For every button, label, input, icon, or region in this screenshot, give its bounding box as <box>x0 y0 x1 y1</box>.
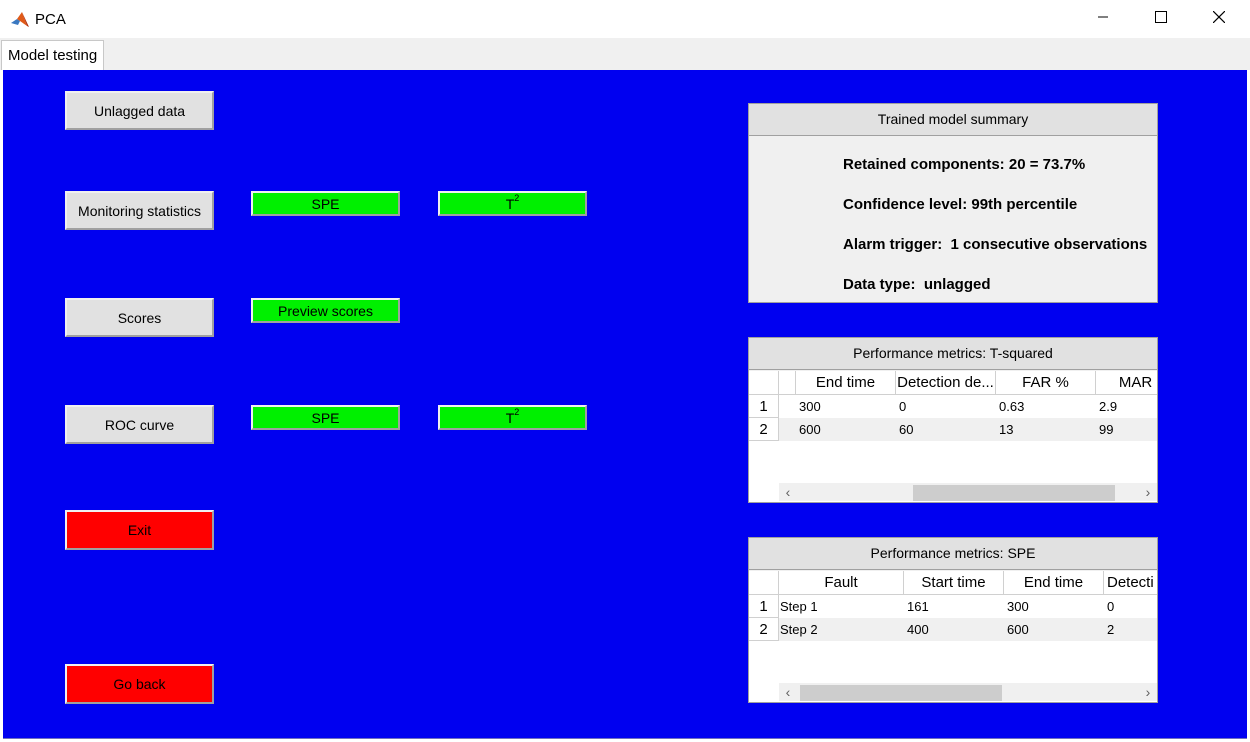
t2-roc-button[interactable]: T2 <box>438 405 587 430</box>
spe-monitoring-label: SPE <box>311 195 340 212</box>
table-cell[interactable]: 2 <box>1104 618 1157 641</box>
table-row[interactable]: Step 2 400 600 2 <box>779 618 1157 641</box>
column-header-detection-delay[interactable]: Detection de... <box>896 371 996 395</box>
row-header[interactable]: 1 <box>749 395 779 418</box>
row-header[interactable]: 2 <box>749 418 779 441</box>
exit-button[interactable]: Exit <box>65 510 214 550</box>
t2-monitoring-button[interactable]: T2 <box>438 191 587 216</box>
scores-button[interactable]: Scores <box>65 298 214 337</box>
spe-metrics-title: Performance metrics: SPE <box>749 538 1157 570</box>
scrollbar-thumb[interactable] <box>913 485 1115 501</box>
scroll-right-icon[interactable]: › <box>1139 683 1157 701</box>
spe-metrics-panel: Performance metrics: SPE Fault Start tim… <box>748 537 1158 703</box>
table-cell[interactable]: 0.63 <box>996 395 1096 418</box>
t2-metrics-title: Performance metrics: T-squared <box>749 338 1157 370</box>
column-header[interactable] <box>779 371 796 395</box>
t2-monitoring-base: T <box>505 195 515 212</box>
table-cell[interactable]: 60 <box>896 418 996 441</box>
monitoring-statistics-button[interactable]: Monitoring statistics <box>65 191 214 230</box>
t2-monitoring-sup: 2 <box>514 192 520 203</box>
spe-roc-button[interactable]: SPE <box>251 405 400 430</box>
table-cell[interactable]: 0 <box>1104 595 1157 618</box>
table-cell[interactable]: 2.9 <box>1096 395 1157 418</box>
spe-roc-label: SPE <box>311 409 340 426</box>
table-cell[interactable]: 13 <box>996 418 1096 441</box>
roc-curve-button[interactable]: ROC curve <box>65 405 214 444</box>
scroll-left-icon[interactable]: ‹ <box>779 683 797 701</box>
table-cell[interactable]: 300 <box>796 395 896 418</box>
tab-model-testing[interactable]: Model testing <box>1 40 105 70</box>
column-header-detection[interactable]: Detecti <box>1104 571 1157 595</box>
horizontal-scrollbar[interactable]: ‹ › <box>779 683 1157 701</box>
column-header-end-time[interactable]: End time <box>1004 571 1104 595</box>
table-cell[interactable]: 600 <box>796 418 896 441</box>
retained-components-text: Retained components: 20 = 73.7% <box>843 156 1086 173</box>
preview-scores-button[interactable]: Preview scores <box>251 298 400 323</box>
table-cell[interactable]: 99 <box>1096 418 1157 441</box>
spe-metrics-table[interactable]: Fault Start time End time Detecti 1 Step… <box>749 571 1157 702</box>
column-header-far[interactable]: FAR % <box>996 371 1096 395</box>
table-cell[interactable]: 600 <box>1004 618 1104 641</box>
column-header-mar[interactable]: MAR <box>1096 371 1157 395</box>
table-cell[interactable]: 0 <box>896 395 996 418</box>
confidence-level-text: Confidence level: 99th percentile <box>843 196 1078 213</box>
t2-roc-label: T2 <box>505 406 520 426</box>
window-title: PCA <box>35 11 66 28</box>
model-summary-panel: Trained model summary Retained component… <box>748 103 1158 303</box>
close-icon <box>1212 10 1226 28</box>
alarm-trigger-text: Alarm trigger: 1 consecutive observation… <box>843 236 1148 253</box>
t2-monitoring-label: T2 <box>505 192 520 212</box>
go-back-button[interactable]: Go back <box>65 664 214 704</box>
table-cell[interactable] <box>779 395 796 418</box>
table-row[interactable]: 300 0 0.63 2.9 <box>779 395 1157 418</box>
column-header-fault[interactable]: Fault <box>779 571 904 595</box>
row-header[interactable]: 1 <box>749 595 779 618</box>
scroll-right-icon[interactable]: › <box>1139 483 1157 501</box>
table-cell[interactable]: 161 <box>904 595 1004 618</box>
row-header[interactable]: 2 <box>749 618 779 641</box>
t2-metrics-table[interactable]: End time Detection de... FAR % MAR 1 300… <box>749 371 1157 502</box>
table-cell[interactable]: Step 2 <box>779 618 904 641</box>
main-panel: Unlagged data Monitoring statistics SPE … <box>3 70 1247 739</box>
t2-roc-base: T <box>505 409 515 426</box>
table-corner <box>749 371 779 395</box>
table-row[interactable]: 600 60 13 99 <box>779 418 1157 441</box>
data-type-text: Data type: unlagged <box>843 276 991 293</box>
t2-metrics-panel: Performance metrics: T-squared End time … <box>748 337 1158 503</box>
t2-roc-sup: 2 <box>514 406 520 417</box>
maximize-button[interactable] <box>1132 0 1190 38</box>
minimize-icon <box>1097 10 1109 28</box>
matlab-logo-icon <box>10 10 30 30</box>
minimize-button[interactable] <box>1074 0 1132 38</box>
column-header-end-time[interactable]: End time <box>796 371 896 395</box>
model-summary-title: Trained model summary <box>749 104 1157 136</box>
scroll-left-icon[interactable]: ‹ <box>779 483 797 501</box>
table-corner <box>749 571 779 595</box>
title-bar: PCA <box>0 0 1250 38</box>
table-row[interactable]: Step 1 161 300 0 <box>779 595 1157 618</box>
table-cell[interactable]: 300 <box>1004 595 1104 618</box>
table-cell[interactable]: 400 <box>904 618 1004 641</box>
tab-bar: Model testing <box>0 38 1250 70</box>
maximize-icon <box>1155 10 1167 28</box>
table-cell[interactable]: Step 1 <box>779 595 904 618</box>
horizontal-scrollbar[interactable]: ‹ › <box>779 483 1157 501</box>
scrollbar-thumb[interactable] <box>800 685 1002 701</box>
spe-monitoring-button[interactable]: SPE <box>251 191 400 216</box>
table-cell[interactable] <box>779 418 796 441</box>
unlagged-data-button[interactable]: Unlagged data <box>65 91 214 130</box>
column-header-start-time[interactable]: Start time <box>904 571 1004 595</box>
close-button[interactable] <box>1190 0 1248 38</box>
